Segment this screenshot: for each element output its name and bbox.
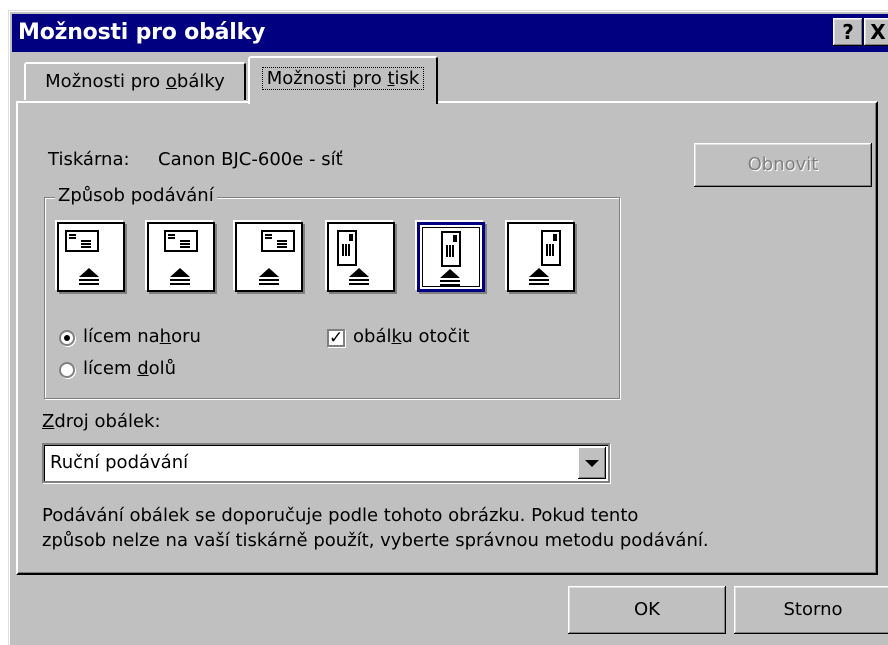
face-up-label[interactable]: lícem nahoru	[83, 326, 201, 347]
help-button[interactable]: ?	[833, 18, 863, 46]
face-down-radio[interactable]	[59, 362, 75, 378]
envelope-vertical-right-icon	[541, 230, 561, 266]
envelope-horizontal-left-icon	[65, 230, 99, 252]
feed-option-4[interactable]	[327, 222, 395, 292]
envelope-horizontal-center-icon	[164, 230, 198, 252]
tab-print-options[interactable]: Možnosti pro tisk	[248, 56, 438, 104]
feed-arrow-icon	[259, 268, 279, 281]
tab-label: Možnosti pro obálky	[45, 71, 225, 92]
envelope-vertical-center-icon	[441, 231, 461, 267]
envelope-source-value: Ruční podávání	[50, 452, 189, 473]
feed-option-1[interactable]	[57, 222, 125, 292]
feed-arrow-icon	[79, 268, 99, 281]
feed-note: Podávání obálek se doporučuje podle toho…	[42, 503, 842, 553]
feed-option-6[interactable]	[507, 222, 575, 292]
feed-option-3[interactable]	[235, 222, 303, 292]
tab-envelope-options[interactable]: Možnosti pro obálky	[24, 62, 246, 100]
window-title: Možnosti pro obálky	[18, 20, 266, 45]
envelope-source-label: Zdroj obálek:	[42, 411, 161, 432]
rotate-envelope-label[interactable]: obálku otočit	[353, 326, 470, 347]
feed-option-2[interactable]	[147, 222, 215, 292]
envelope-vertical-left-icon	[337, 230, 357, 266]
face-down-label[interactable]: lícem dolů	[83, 358, 176, 379]
face-up-radio[interactable]	[59, 330, 75, 346]
chevron-down-icon[interactable]	[578, 447, 606, 479]
cancel-button[interactable]: Storno	[734, 586, 888, 634]
rotate-envelope-checkbox[interactable]: ✓	[327, 329, 345, 347]
feed-arrow-icon	[529, 268, 549, 281]
feed-arrow-icon	[349, 268, 369, 281]
feed-method-legend: Způsob podávání	[55, 185, 217, 206]
title-bar: Možnosti pro obálky ? X	[12, 14, 888, 52]
feed-arrow-icon	[170, 268, 190, 281]
feed-method-group: Způsob podávání lícem nahoru lícem dolů …	[44, 185, 620, 399]
close-button[interactable]: X	[864, 18, 888, 46]
envelope-source-select[interactable]: Ruční podávání	[42, 443, 610, 483]
refresh-button[interactable]: Obnovit	[694, 143, 872, 187]
feed-option-5[interactable]	[417, 222, 485, 292]
tab-label: Možnosti pro tisk	[261, 67, 425, 90]
ok-button[interactable]: OK	[568, 586, 726, 634]
feed-arrow-icon	[440, 269, 460, 282]
envelope-horizontal-right-icon	[261, 230, 295, 252]
printer-label: Tiskárna:	[48, 149, 130, 170]
tab-panel: Tiskárna: Canon BJC-600e - síť Obnovit Z…	[16, 101, 878, 575]
printer-value: Canon BJC-600e - síť	[158, 149, 343, 170]
note-line-2: způsob nelze na vaší tiskárně použít, vy…	[42, 530, 709, 551]
note-line-1: Podávání obálek se doporučuje podle toho…	[42, 505, 639, 526]
